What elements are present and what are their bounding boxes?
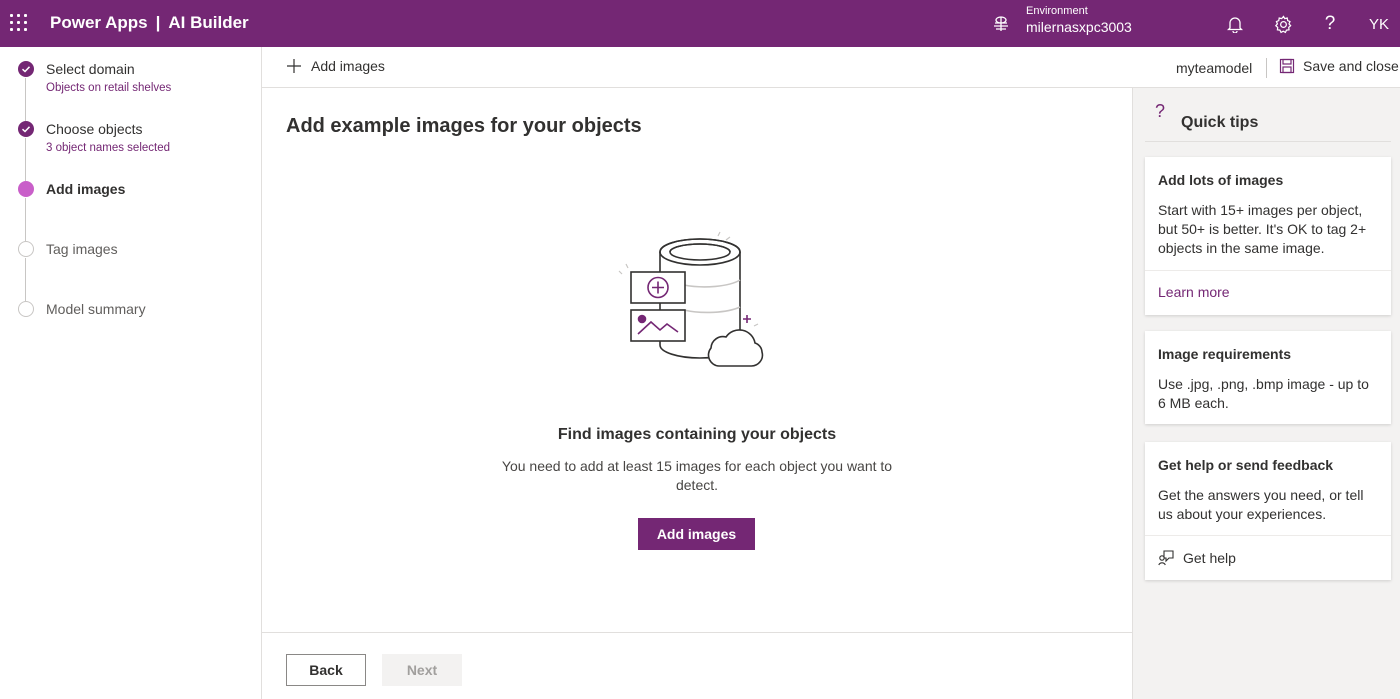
step-sublabel: 3 object names selected [46,142,171,154]
empty-state-title: Find images containing your objects [557,426,837,443]
environment-name[interactable]: milernasxpc3003 [1026,19,1132,35]
quick-tips-panel: ? Quick tips Add lots of images Start wi… [1132,88,1400,699]
tip-card-get-help: Get help or send feedback Get the answer… [1145,442,1391,580]
image-database-illustration [618,231,764,367]
learn-more-link[interactable]: Learn more [1158,284,1230,300]
command-bar: Add images myteamodel Save and close [262,47,1400,88]
add-images-command-label: Add images [311,58,385,74]
avatar[interactable]: YK [1364,10,1394,38]
tip-card-title: Add lots of images [1158,172,1284,188]
step-label: Add images [46,181,126,197]
question-icon: ? [1155,101,1166,121]
waffle-icon[interactable] [10,14,28,32]
pending-step-dot [18,301,34,317]
get-help-link[interactable]: Get help [1158,549,1236,566]
quick-tips-title: Quick tips [1181,114,1259,131]
title-separator: | [155,13,161,32]
next-button: Next [382,654,462,686]
wizard-stepper: Select domain Objects on retail shelves … [0,47,262,699]
current-step-dot [18,181,34,197]
environment-icon[interactable] [991,14,1011,34]
back-button[interactable]: Back [286,654,366,686]
add-images-command[interactable]: Add images [286,58,385,74]
card-divider [1145,535,1391,536]
help-icon[interactable]: ? [1319,13,1341,35]
step-connector [25,198,26,241]
tip-card-title: Image requirements [1158,346,1292,362]
get-help-label: Get help [1183,549,1236,566]
pending-step-dot [18,241,34,257]
step-label: Select domain [46,61,135,77]
check-icon [18,121,34,137]
environment-label: Environment [1026,5,1088,17]
main-content: Add example images for your objects Find… [262,88,1132,699]
model-name[interactable]: myteamodel [1176,60,1252,76]
tip-card-title: Get help or send feedback [1158,457,1334,473]
save-and-close-label: Save and close [1303,58,1399,74]
gear-icon[interactable] [1272,13,1294,35]
app-title[interactable]: Power Apps | AI Builder [50,13,249,33]
command-divider [1266,58,1267,78]
step-connector [25,258,26,301]
step-label: Choose objects [46,121,143,137]
check-icon [18,61,34,77]
step-connector [25,78,26,121]
save-and-close-button[interactable]: Save and close [1279,58,1399,74]
tip-card-text: Get the answers you need, or tell us abo… [1158,487,1364,522]
step-label: Tag images [46,241,118,257]
card-divider [1145,270,1391,271]
bell-icon[interactable] [1224,13,1246,35]
quick-tips-header: ? Quick tips [1145,98,1391,142]
add-images-button[interactable]: Add images [638,518,755,550]
tip-card-image-requirements: Image requirements Use .jpg, .png, .bmp … [1145,331,1391,424]
step-label: Model summary [46,301,146,317]
tip-card-text: Start with 15+ images per object, but 50… [1158,202,1367,256]
step-connector [25,138,26,181]
step-sublabel: Objects on retail shelves [46,82,172,94]
tip-card-text: Use .jpg, .png, .bmp image - up to 6 MB … [1158,376,1369,411]
plus-icon [287,59,301,73]
feedback-icon [1158,550,1174,566]
app-name: Power Apps [50,13,148,32]
top-bar: Power Apps | AI Builder Environment milern… [0,0,1400,47]
page-title: Add example images for your objects [286,115,642,137]
tip-card-add-lots: Add lots of images Start with 15+ images… [1145,157,1391,315]
wizard-footer: Back Next [262,632,1132,699]
empty-state-description: You need to add at least 15 images for e… [501,458,893,493]
product-name: AI Builder [168,13,249,32]
save-icon [1279,58,1295,74]
